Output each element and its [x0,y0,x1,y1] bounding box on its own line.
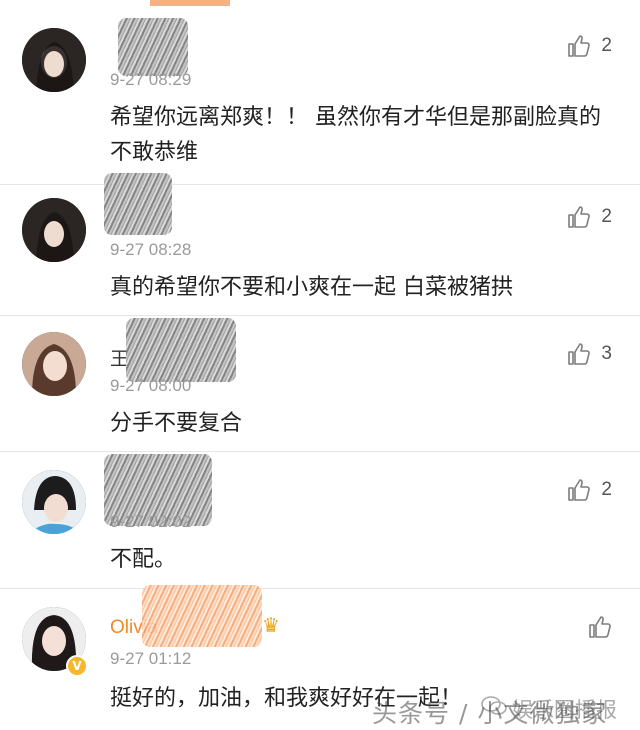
username-redaction [142,585,262,647]
comment-item: 9-27 02:02 不配。 2 [0,452,640,587]
like-count: 2 [601,35,612,56]
comment-item: 9-27 08:28 真的希望你不要和小爽在一起 白菜被猪拱 2 [0,173,640,315]
like-button[interactable]: 3 [567,342,612,366]
comment-text: 希望你远离郑爽！！ 虽然你有才华但是那副脸真的不敢恭维 [110,105,601,165]
like-button[interactable]: 2 [567,34,612,58]
timestamp: 9-27 02:02 [110,512,192,531]
thumbs-up-icon [568,343,591,365]
like-button[interactable] [588,615,612,639]
comment-item: 王 9-27 08:00 分手不要复合 3 [0,316,640,451]
avatar[interactable] [22,198,86,262]
like-count: 2 [601,206,612,227]
like-count: 2 [601,479,612,500]
avatar[interactable] [22,28,86,92]
crown-icon: ♛ [262,613,280,637]
username-redaction [104,173,172,235]
avatar[interactable] [22,470,86,534]
like-button[interactable]: 2 [567,478,612,502]
timestamp: 9-27 08:29 [110,70,192,89]
verified-badge-icon: V [66,655,88,677]
avatar[interactable] [22,332,86,396]
username-redaction [118,18,188,76]
comment-text: 真的希望你不要和小爽在一起 白菜被猪拱 [110,275,513,300]
thumbs-up-icon [589,616,611,638]
comment-text: 分手不要复合 [110,411,243,436]
comment-text: 不配。 [110,547,177,572]
wechat-icon [481,696,507,715]
username-redaction [126,318,236,382]
thumbs-up-icon [568,206,591,228]
timestamp: 9-27 08:28 [110,240,192,259]
like-count: 3 [601,343,612,364]
thumbs-up-icon [568,479,591,501]
watermark-text: 娱乐圈播报 [512,698,617,722]
timestamp: 9-27 01:12 [110,649,192,668]
like-button[interactable]: 2 [567,205,612,229]
timestamp: 9-27 08:00 [110,376,192,395]
thumbs-up-icon [568,35,591,57]
comment-item: 9-27 08:29 希望你远离郑爽！！ 虽然你有才华但是那副脸真的不敢恭维 2 [0,0,640,185]
